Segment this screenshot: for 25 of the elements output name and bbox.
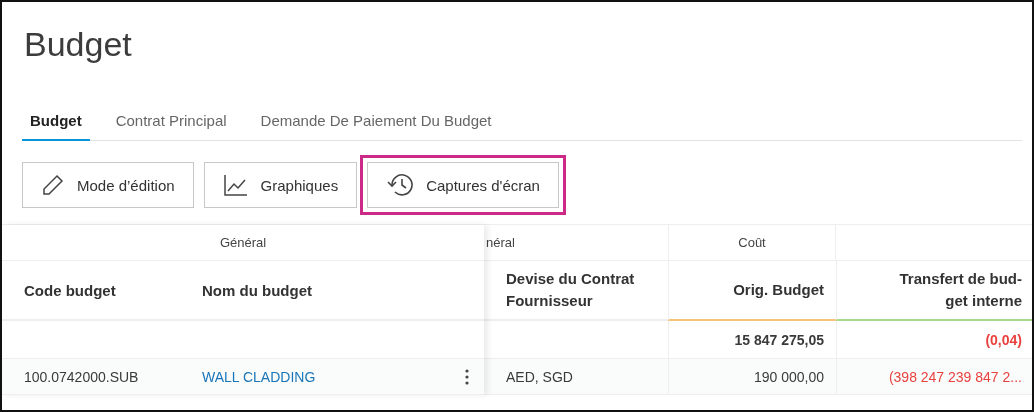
- table-cell: 190 000,00: [668, 359, 836, 395]
- column-header[interactable]: Code budget: [2, 261, 180, 321]
- column-group-header: néral: [484, 225, 668, 261]
- column-header[interactable]: Orig. Budget: [668, 261, 836, 321]
- table-cell: 100.0742000.SUB: [2, 359, 180, 395]
- budget-link[interactable]: WALL CLADDING: [180, 359, 450, 395]
- tab[interactable]: Contrat Principal: [107, 104, 235, 141]
- toolbar-button[interactable]: Mode d’édition: [22, 162, 194, 208]
- column-header[interactable]: Nom du budget: [180, 261, 484, 321]
- tab[interactable]: Budget: [22, 104, 90, 141]
- toolbar-button[interactable]: Graphiques: [203, 162, 358, 208]
- column-header[interactable]: Transfert de bud- get interne: [836, 261, 1032, 321]
- table-cell: (398 247 239 847 2...: [836, 359, 1032, 395]
- history-icon: [386, 172, 415, 198]
- tab[interactable]: Demande De Paiement Du Budget: [252, 104, 500, 141]
- column-group-header: Général: [2, 225, 484, 261]
- column-group-header: Coût: [668, 225, 836, 261]
- row-menu-button[interactable]: [450, 359, 484, 395]
- toolbar-button[interactable]: Captures d'écran: [367, 162, 559, 208]
- page-title: Budget: [24, 24, 132, 65]
- column-header[interactable]: Devise du Contrat Fournisseur: [484, 261, 668, 321]
- pencil-icon: [41, 173, 65, 197]
- table-cell: AED, SGD: [484, 359, 668, 395]
- more-icon: [465, 368, 469, 385]
- line-chart-icon: [222, 173, 249, 197]
